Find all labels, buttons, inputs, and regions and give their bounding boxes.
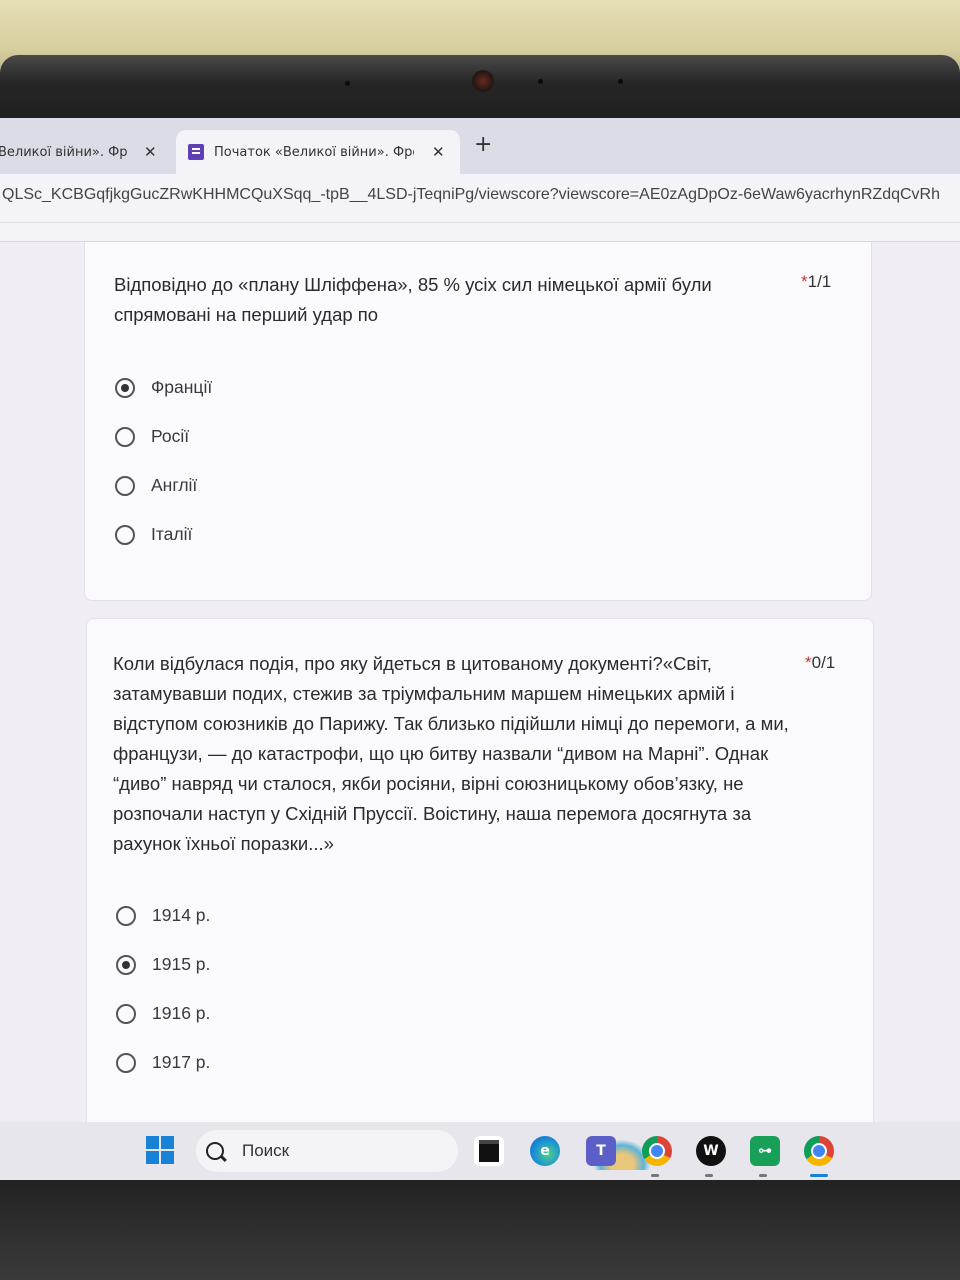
question-text: Коли відбулася подія, про яку йдеться в … bbox=[113, 653, 789, 854]
address-bar[interactable]: QLSc_KCBGqfjkgGucZRwKHHMCQuXSqq_-tpB__4L… bbox=[0, 174, 960, 223]
sensor-dot bbox=[345, 81, 350, 86]
option-label: Італії bbox=[151, 524, 193, 544]
running-indicator bbox=[651, 1174, 659, 1177]
question-score: *1/1 bbox=[801, 272, 831, 292]
laptop-bezel-top bbox=[0, 55, 960, 125]
w-app-icon[interactable]: W bbox=[696, 1136, 726, 1166]
option-russia[interactable]: Росії bbox=[115, 426, 189, 447]
file-explorer-icon[interactable] bbox=[474, 1136, 504, 1166]
question-card: Відповідно до «плану Шліффена», 85 % усі… bbox=[84, 242, 872, 601]
laptop-bezel-bottom bbox=[0, 1180, 960, 1280]
option-label: Росії bbox=[151, 426, 190, 446]
search-label: Поиск bbox=[242, 1141, 290, 1160]
option-label: 1914 р. bbox=[152, 905, 211, 925]
required-asterisk: * bbox=[805, 653, 812, 672]
sensor-dot bbox=[618, 79, 623, 84]
tab-bar: Великої війни». Фро ✕ Початок «Великої в… bbox=[0, 118, 960, 174]
edge-icon[interactable]: e bbox=[530, 1136, 560, 1166]
running-indicator bbox=[705, 1174, 713, 1177]
option-italy[interactable]: Італії bbox=[115, 524, 192, 545]
radio-button[interactable] bbox=[116, 905, 136, 926]
windows-start-icon[interactable] bbox=[146, 1136, 174, 1164]
chrome-icon[interactable] bbox=[804, 1136, 834, 1166]
screen: Великої війни». Фро ✕ Початок «Великої в… bbox=[0, 118, 960, 1180]
tab-title: Великої війни». Фро bbox=[0, 144, 128, 160]
option-label: 1917 р. bbox=[152, 1052, 211, 1072]
question-card: Коли відбулася подія, про яку йдеться в … bbox=[86, 618, 874, 1140]
question-score: *0/1 bbox=[805, 653, 835, 673]
option-1917[interactable]: 1917 р. bbox=[116, 1052, 210, 1073]
running-indicator bbox=[759, 1174, 767, 1177]
close-icon[interactable]: ✕ bbox=[144, 143, 157, 161]
google-forms-icon bbox=[188, 144, 204, 160]
option-label: Франції bbox=[151, 377, 213, 397]
close-icon[interactable]: ✕ bbox=[432, 143, 445, 161]
option-1916[interactable]: 1916 р. bbox=[116, 1003, 210, 1024]
tab-current[interactable]: Початок «Великої війни». Фро ✕ bbox=[176, 130, 460, 174]
windows-taskbar: Поиск e T W ⊶ bbox=[0, 1122, 960, 1180]
radio-button[interactable] bbox=[116, 1052, 136, 1073]
key-app-icon[interactable]: ⊶ bbox=[750, 1136, 780, 1166]
option-label: 1915 р. bbox=[152, 954, 211, 974]
sensor-dot bbox=[538, 79, 543, 84]
form-content: Відповідно до «плану Шліффена», 85 % усі… bbox=[0, 242, 960, 1140]
option-label: Англії bbox=[151, 475, 198, 495]
option-1914[interactable]: 1914 р. bbox=[116, 905, 210, 926]
radio-button[interactable] bbox=[115, 377, 135, 398]
radio-button[interactable] bbox=[115, 524, 135, 545]
tab-previous[interactable]: Великої війни». Фро ✕ bbox=[0, 130, 170, 174]
radio-button[interactable] bbox=[116, 1003, 136, 1024]
taskbar-search[interactable]: Поиск bbox=[196, 1130, 650, 1172]
option-1915[interactable]: 1915 р. bbox=[116, 954, 210, 975]
question-text: Відповідно до «плану Шліффена», 85 % усі… bbox=[114, 274, 712, 325]
search-icon bbox=[206, 1142, 224, 1160]
webcam bbox=[472, 70, 494, 92]
option-england[interactable]: Англії bbox=[115, 475, 197, 496]
running-indicator bbox=[810, 1174, 828, 1177]
teams-icon[interactable]: T bbox=[586, 1136, 616, 1166]
radio-button[interactable] bbox=[115, 426, 135, 447]
new-tab-button[interactable]: + bbox=[474, 132, 492, 157]
chrome-profile-icon[interactable] bbox=[642, 1136, 672, 1166]
option-france[interactable]: Франції bbox=[115, 377, 212, 398]
score-value: 1/1 bbox=[807, 272, 832, 291]
radio-button[interactable] bbox=[115, 475, 135, 496]
toolbar-strip bbox=[0, 223, 960, 242]
radio-button[interactable] bbox=[116, 954, 136, 975]
required-asterisk: * bbox=[801, 272, 808, 291]
score-value: 0/1 bbox=[811, 653, 836, 672]
tab-title: Початок «Великої війни». Фро bbox=[214, 144, 414, 160]
option-label: 1916 р. bbox=[152, 1003, 211, 1023]
url-text[interactable]: QLSc_KCBGqfjkgGucZRwKHHMCQuXSqq_-tpB__4L… bbox=[2, 186, 940, 204]
